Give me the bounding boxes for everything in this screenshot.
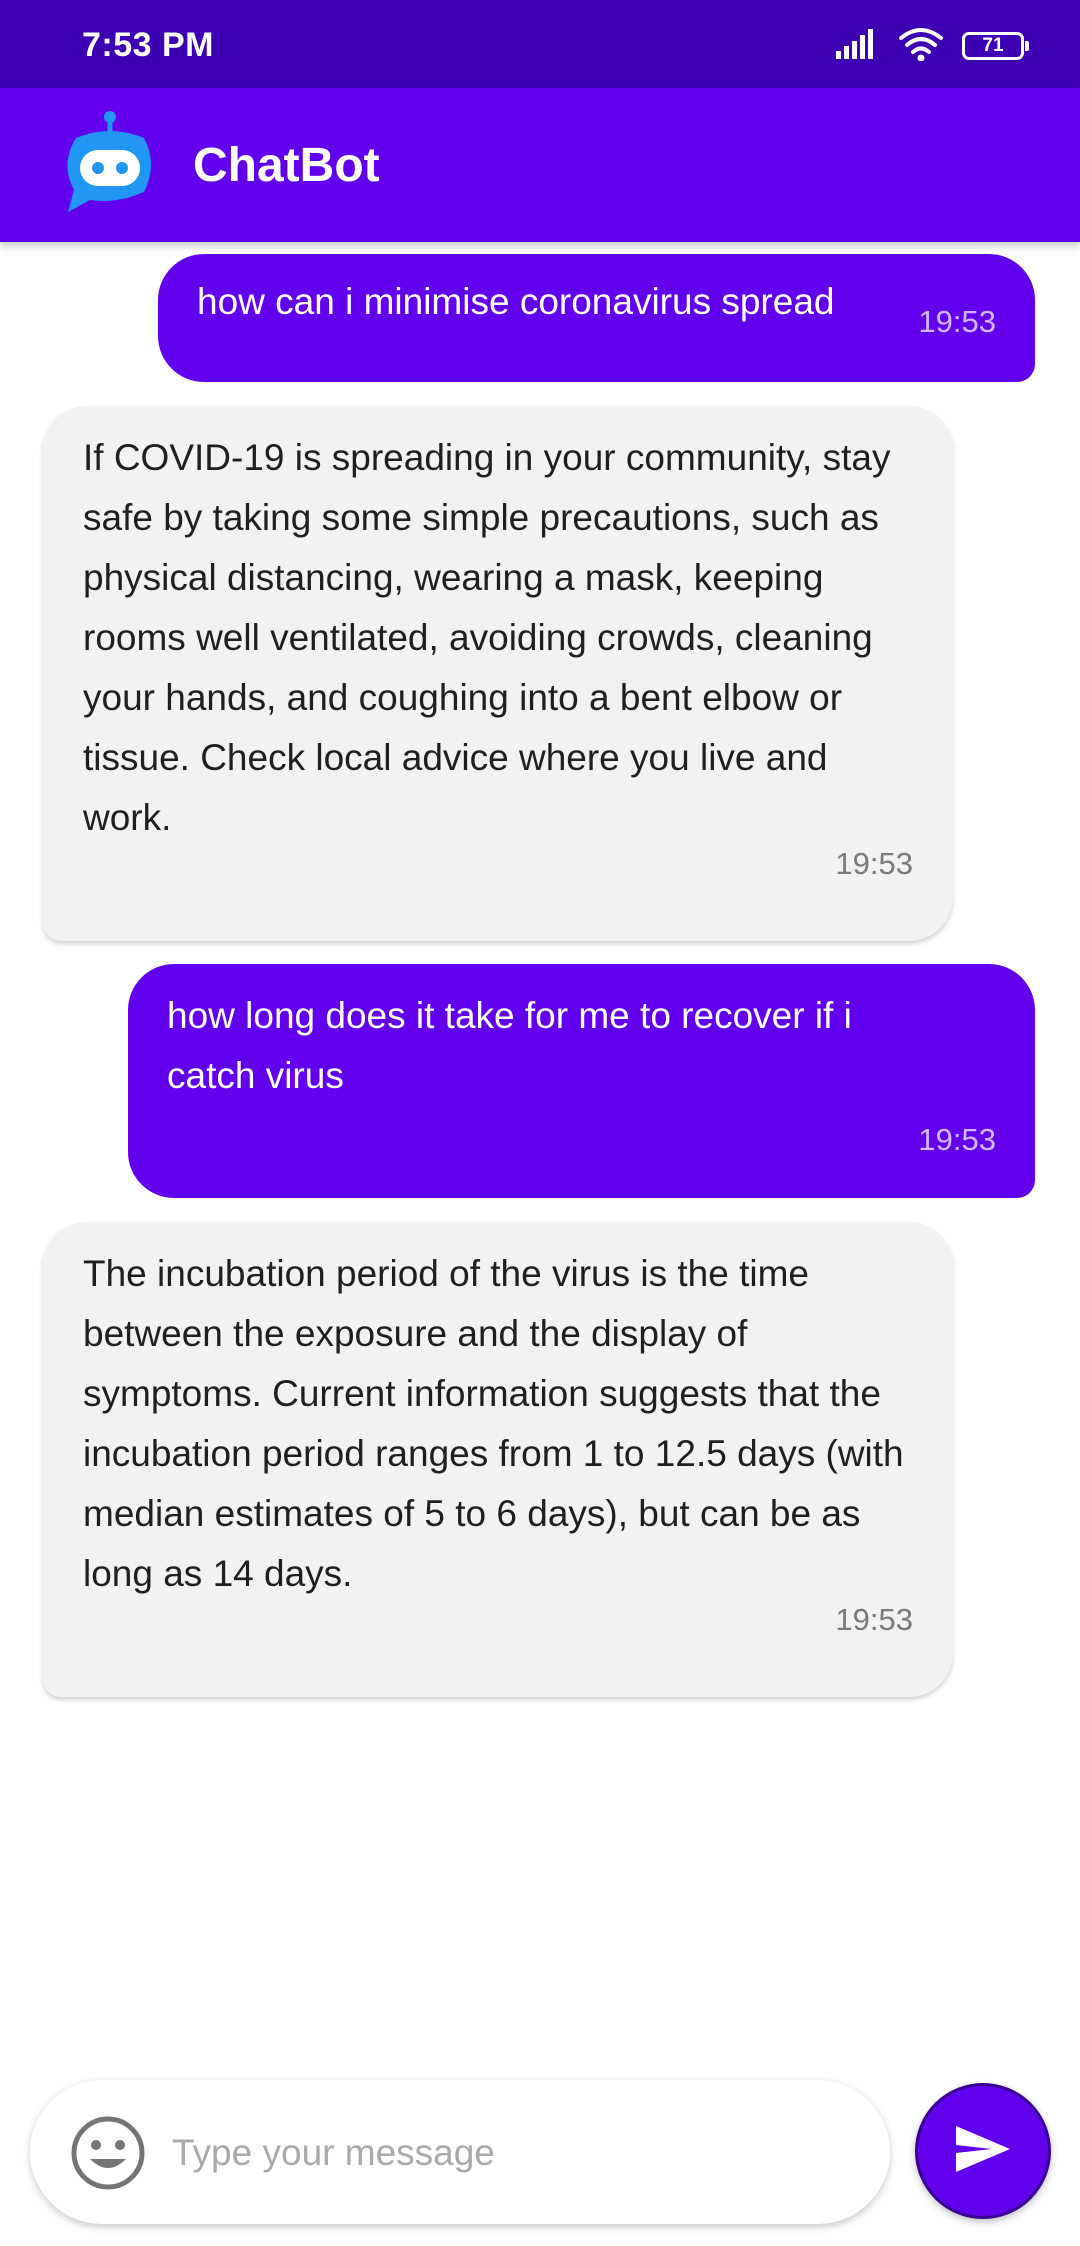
message-time: 19:53 [918,304,996,339]
message-text: how can i minimise coronavirus spread [197,281,835,322]
message-text: how long does it take for me to recover … [167,995,852,1096]
message-time: 19:53 [835,1602,913,1637]
app-title: ChatBot [193,139,380,192]
battery-icon: 71 [962,32,1029,60]
chat-area[interactable]: how can i minimise coronavirus spread 19… [0,242,1080,2072]
message-input[interactable] [170,2110,854,2196]
app-bar: ChatBot [0,88,1080,242]
user-message: how can i minimise coronavirus spread 19… [158,254,1035,382]
message-text: The incubation period of the virus is th… [83,1253,904,1594]
message-text: If COVID-19 is spreading in your communi… [83,437,891,838]
robot-icon [56,110,164,222]
send-button[interactable] [915,2083,1051,2219]
bot-message: The incubation period of the virus is th… [43,1222,953,1697]
send-icon [954,2124,1012,2179]
status-icons: 71 [836,27,1029,66]
status-bar: 7:53 PM 71 [0,0,1080,88]
message-input-container [30,2080,890,2224]
user-message: how long does it take for me to recover … [128,964,1035,1198]
status-time: 7:53 PM [82,26,214,64]
message-time: 19:53 [835,846,913,881]
emoji-icon[interactable] [70,2115,146,2191]
wifi-icon [898,27,944,66]
message-time: 19:53 [918,1122,996,1157]
signal-icon [836,28,880,64]
bot-message: If COVID-19 is spreading in your communi… [43,406,953,941]
battery-level: 71 [982,35,1004,56]
